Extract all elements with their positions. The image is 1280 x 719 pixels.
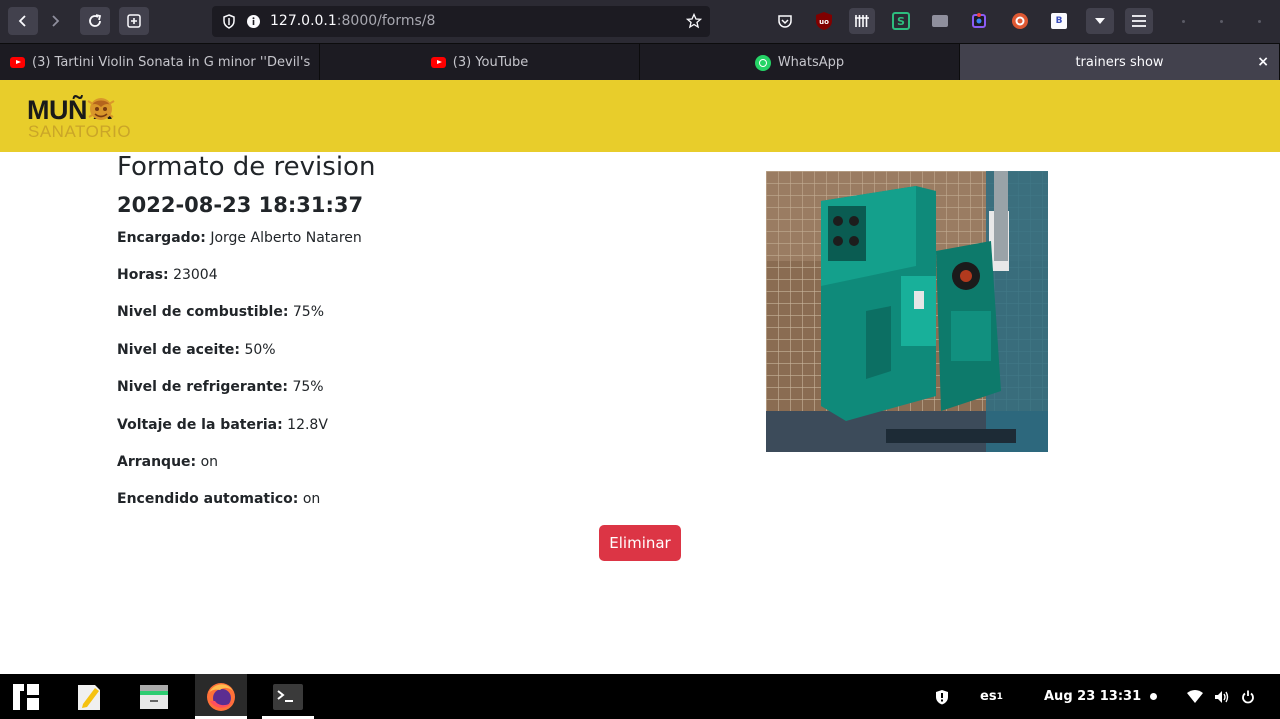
reload-button[interactable]	[80, 7, 110, 35]
duckduckgo-icon[interactable]	[1007, 8, 1033, 34]
shield-icon[interactable]	[222, 14, 236, 29]
tab-tartini[interactable]: (3) Tartini Violin Sonata in G minor ''D…	[0, 44, 320, 81]
keyboard-extension-icon[interactable]	[927, 8, 953, 34]
delete-button[interactable]: Eliminar	[599, 525, 681, 561]
firefox-icon	[207, 682, 235, 711]
browser-toolbar: 127.0.0.1:8000/forms/8 uo S B	[0, 0, 1280, 43]
back-button[interactable]	[8, 7, 38, 35]
field-nivel-combustible: Nivel de combustible: 75%	[117, 304, 325, 320]
forward-button[interactable]	[40, 7, 70, 35]
youtube-icon	[10, 57, 25, 68]
tab-label: (3) YouTube	[452, 55, 529, 70]
tray-clock[interactable]: Aug 23 13:31	[1044, 674, 1141, 719]
power-icon[interactable]	[1241, 674, 1255, 719]
logo-emblem-icon	[87, 98, 115, 120]
extensions-overflow-button[interactable]	[1086, 8, 1114, 34]
taskbar-firefox[interactable]	[195, 674, 247, 719]
hamburger-menu-icon	[1132, 15, 1146, 27]
taskbar-terminal[interactable]	[262, 674, 314, 719]
field-encendido-automatico: Encendido automatico: on	[117, 491, 321, 507]
taskbar-file-manager[interactable]	[128, 674, 180, 719]
s-extension-icon[interactable]: S	[888, 8, 914, 34]
shield-status-icon	[936, 689, 948, 704]
field-voltaje-bateria: Voltaje de la bateria: 12.8V	[117, 417, 328, 433]
window-control-dot[interactable]	[1220, 20, 1223, 23]
tray-keyboard-layout[interactable]: es 1	[980, 674, 1003, 719]
taskbar-menu-button[interactable]	[0, 674, 52, 719]
pocket-icon[interactable]	[772, 8, 798, 34]
youtube-icon	[430, 57, 446, 68]
tray-notification-dot[interactable]	[1150, 674, 1157, 719]
manjaro-logo-icon	[13, 683, 39, 710]
field-arranque: Arranque: on	[117, 454, 219, 470]
whatsapp-icon	[754, 54, 771, 71]
tab-label: WhatsApp	[777, 55, 845, 70]
plus-square-icon	[127, 14, 141, 28]
taskbar: es 1 Aug 23 13:31	[0, 674, 1280, 719]
tab-label: (3) Tartini Violin Sonata in G minor ''D…	[32, 55, 311, 70]
menu-button[interactable]	[1125, 8, 1153, 34]
address-bar[interactable]: 127.0.0.1:8000/forms/8	[212, 6, 710, 37]
svg-text:uo: uo	[819, 18, 829, 26]
text-editor-icon	[78, 684, 100, 710]
arrow-right-icon	[52, 15, 60, 27]
tab-strip: (3) Tartini Violin Sonata in G minor ''D…	[0, 43, 1280, 81]
new-tab-button[interactable]	[119, 7, 149, 35]
b-extension-icon[interactable]: B	[1046, 8, 1072, 34]
folder-icon	[140, 684, 168, 709]
generator-photo	[766, 171, 1048, 452]
window-control-dot[interactable]	[1182, 20, 1185, 23]
field-encargado: Encargado: Jorge Alberto Nataren	[117, 230, 362, 246]
field-nivel-aceite: Nivel de aceite: 50%	[117, 342, 276, 358]
volume-icon[interactable]	[1214, 674, 1230, 719]
site-logo[interactable]: MUÑ A SANATORIO	[27, 95, 142, 141]
tab-trainers-show[interactable]: trainers show ×	[960, 44, 1280, 81]
close-tab-icon[interactable]: ×	[1257, 54, 1269, 70]
review-datetime: 2022-08-23 18:31:37	[117, 193, 364, 217]
page-title: Formato de revision	[117, 152, 376, 182]
bookmark-star-icon[interactable]	[686, 13, 702, 29]
tab-youtube[interactable]: (3) YouTube	[320, 44, 640, 81]
columns-extension-icon[interactable]	[849, 8, 875, 34]
arrow-left-icon	[18, 15, 26, 27]
field-horas: Horas: 23004	[117, 267, 218, 283]
ublock-icon[interactable]: uo	[811, 8, 837, 34]
puzzle-extension-icon[interactable]	[966, 8, 992, 34]
tab-label: trainers show	[1075, 55, 1164, 70]
wifi-icon[interactable]	[1187, 674, 1203, 719]
tray-security[interactable]	[935, 674, 949, 719]
taskbar-text-editor[interactable]	[63, 674, 115, 719]
tab-whatsapp[interactable]: WhatsApp	[640, 44, 960, 81]
terminal-icon	[273, 683, 303, 710]
chevron-down-icon	[1095, 18, 1105, 24]
url-text[interactable]: 127.0.0.1:8000/forms/8	[270, 13, 435, 29]
field-nivel-refrigerante: Nivel de refrigerante: 75%	[117, 379, 324, 395]
reload-icon	[89, 14, 102, 27]
window-control-dot[interactable]	[1258, 20, 1261, 23]
info-icon[interactable]	[246, 14, 261, 29]
logo-subtext: SANATORIO	[28, 122, 132, 141]
site-header: MUÑ A SANATORIO	[0, 80, 1280, 152]
